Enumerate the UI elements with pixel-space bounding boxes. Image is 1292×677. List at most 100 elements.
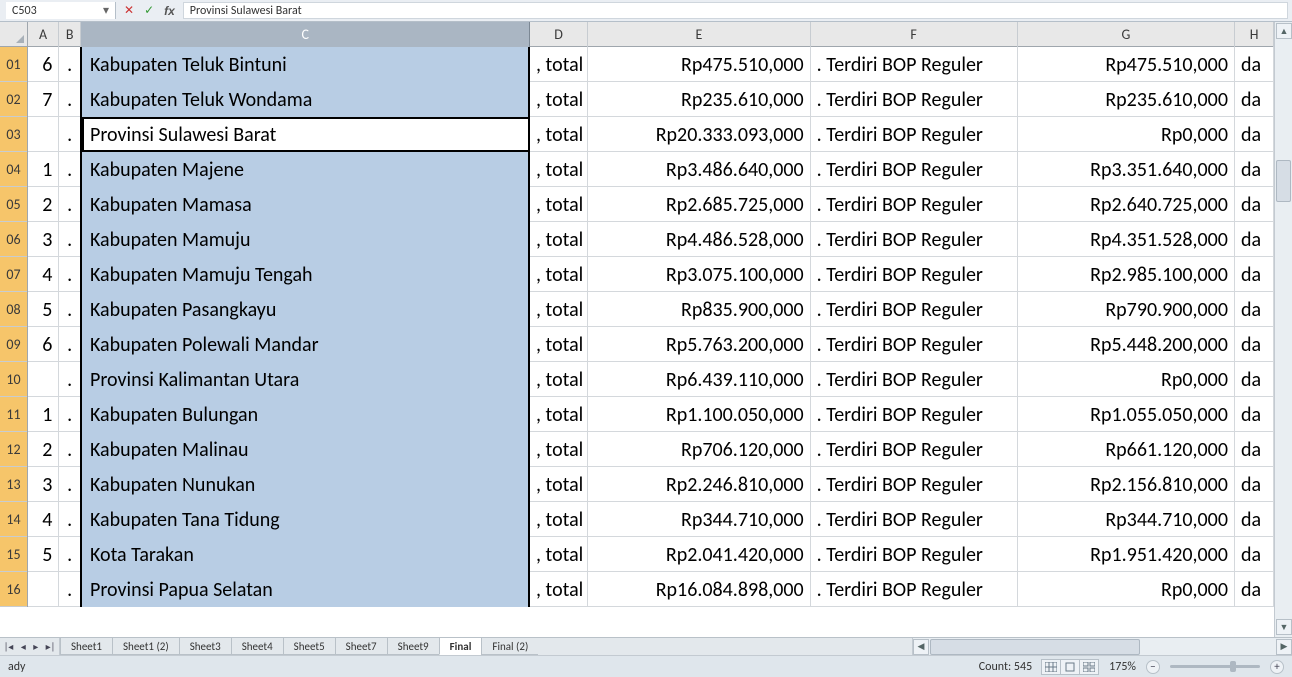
cell-b[interactable]: . bbox=[59, 327, 82, 362]
vscroll-thumb[interactable] bbox=[1276, 160, 1291, 202]
cell-a[interactable]: 1 bbox=[28, 152, 59, 187]
cell-h[interactable]: da bbox=[1235, 82, 1274, 117]
cell-h[interactable]: da bbox=[1235, 362, 1274, 397]
row-header[interactable]: 09 bbox=[0, 327, 27, 362]
cell-e[interactable]: Rp1.100.050,000 bbox=[588, 397, 810, 432]
sheet-tab[interactable]: Sheet1 (2) bbox=[112, 638, 180, 655]
cell-e[interactable]: Rp706.120,000 bbox=[588, 432, 810, 467]
cell-h[interactable]: da bbox=[1235, 187, 1274, 222]
cell-g[interactable]: Rp475.510,000 bbox=[1018, 47, 1235, 82]
cell-g[interactable]: Rp790.900,000 bbox=[1018, 292, 1235, 327]
scroll-down-icon[interactable]: ▼ bbox=[1276, 619, 1292, 635]
cell-g[interactable]: Rp0,000 bbox=[1018, 362, 1235, 397]
cell-a[interactable]: 3 bbox=[28, 467, 59, 502]
sheet-tab[interactable]: Final (2) bbox=[481, 638, 538, 655]
select-all-corner[interactable] bbox=[0, 22, 28, 47]
cell-c[interactable]: Kabupaten Bulungan bbox=[82, 397, 530, 432]
cell-d[interactable]: , total bbox=[530, 572, 588, 607]
row-header[interactable]: 15 bbox=[0, 537, 27, 572]
col-header-B[interactable]: B bbox=[59, 22, 81, 47]
row-header[interactable]: 13 bbox=[0, 467, 27, 502]
cell-e[interactable]: Rp2.041.420,000 bbox=[588, 537, 810, 572]
cell-a[interactable] bbox=[28, 572, 59, 607]
horizontal-scrollbar[interactable]: ◀ ▶ bbox=[912, 638, 1292, 655]
row-header[interactable]: 10 bbox=[0, 362, 27, 397]
cell-b[interactable]: . bbox=[59, 502, 82, 537]
page-layout-view-icon[interactable] bbox=[1060, 659, 1080, 675]
row-header[interactable]: 12 bbox=[0, 432, 27, 467]
cell-d[interactable]: , total bbox=[530, 362, 588, 397]
zoom-thumb[interactable] bbox=[1230, 661, 1236, 672]
cell-c[interactable]: Provinsi Sulawesi Barat bbox=[82, 117, 530, 152]
cell-a[interactable]: 5 bbox=[28, 537, 59, 572]
cell-b[interactable]: . bbox=[59, 467, 82, 502]
cell-h[interactable]: da bbox=[1235, 117, 1274, 152]
cell-b[interactable]: . bbox=[59, 117, 82, 152]
fx-icon[interactable]: fx bbox=[164, 4, 175, 18]
row-header[interactable]: 04 bbox=[0, 152, 27, 187]
chevron-down-icon[interactable]: ▾ bbox=[103, 3, 109, 18]
cell-e[interactable]: Rp2.246.810,000 bbox=[588, 467, 810, 502]
tab-last-icon[interactable]: ▸| bbox=[46, 640, 56, 653]
cell-b[interactable]: . bbox=[59, 362, 82, 397]
cell-c[interactable]: Kabupaten Teluk Bintuni bbox=[82, 47, 530, 82]
sheet-tab[interactable]: Sheet5 bbox=[283, 638, 336, 655]
cell-c[interactable]: Kabupaten Malinau bbox=[82, 432, 530, 467]
cell-e[interactable]: Rp835.900,000 bbox=[588, 292, 810, 327]
row-header[interactable]: 02 bbox=[0, 82, 27, 117]
cell-g[interactable]: Rp1.951.420,000 bbox=[1018, 537, 1235, 572]
hscroll-track[interactable] bbox=[930, 639, 1275, 655]
cell-h[interactable]: da bbox=[1235, 467, 1274, 502]
cancel-icon[interactable]: ✕ bbox=[124, 3, 134, 18]
view-switcher[interactable] bbox=[1042, 659, 1099, 675]
row-header[interactable]: 03 bbox=[0, 117, 27, 152]
cell-c[interactable]: Kabupaten Mamasa bbox=[82, 187, 530, 222]
vscroll-track[interactable] bbox=[1276, 40, 1291, 619]
cell-e[interactable]: Rp16.084.898,000 bbox=[588, 572, 810, 607]
row-header[interactable]: 07 bbox=[0, 257, 27, 292]
cell-h[interactable]: da bbox=[1235, 572, 1274, 607]
sheet-tab[interactable]: Sheet4 bbox=[231, 638, 284, 655]
cell-c[interactable]: Kota Tarakan bbox=[82, 537, 530, 572]
cell-c[interactable]: Kabupaten Nunukan bbox=[82, 467, 530, 502]
cell-b[interactable]: . bbox=[59, 292, 82, 327]
cells-grid[interactable]: 6.Kabupaten Teluk Bintuni, totalRp475.51… bbox=[28, 47, 1274, 637]
formula-input[interactable]: Provinsi Sulawesi Barat bbox=[183, 2, 1288, 19]
zoom-in-icon[interactable]: + bbox=[1270, 660, 1284, 674]
cell-h[interactable]: da bbox=[1235, 397, 1274, 432]
cell-h[interactable]: da bbox=[1235, 537, 1274, 572]
cell-f[interactable]: . Terdiri BOP Reguler bbox=[811, 222, 1018, 257]
col-header-C[interactable]: C bbox=[81, 22, 530, 47]
cell-f[interactable]: . Terdiri BOP Reguler bbox=[811, 187, 1018, 222]
cell-e[interactable]: Rp20.333.093,000 bbox=[588, 117, 810, 152]
cell-h[interactable]: da bbox=[1235, 47, 1274, 82]
cell-f[interactable]: . Terdiri BOP Reguler bbox=[811, 47, 1018, 82]
cell-c[interactable]: Kabupaten Tana Tidung bbox=[82, 502, 530, 537]
cell-a[interactable]: 2 bbox=[28, 187, 59, 222]
cell-a[interactable]: 3 bbox=[28, 222, 59, 257]
sheet-tab[interactable]: Sheet9 bbox=[387, 638, 440, 655]
cell-g[interactable]: Rp1.055.050,000 bbox=[1018, 397, 1235, 432]
cell-d[interactable]: , total bbox=[530, 397, 588, 432]
cell-h[interactable]: da bbox=[1235, 327, 1274, 362]
cell-f[interactable]: . Terdiri BOP Reguler bbox=[811, 572, 1018, 607]
cell-c[interactable]: Provinsi Papua Selatan bbox=[82, 572, 530, 607]
cell-e[interactable]: Rp4.486.528,000 bbox=[588, 222, 810, 257]
hscroll-thumb[interactable] bbox=[930, 639, 1140, 655]
col-header-F[interactable]: F bbox=[811, 22, 1018, 47]
cell-b[interactable]: . bbox=[59, 397, 82, 432]
cell-e[interactable]: Rp6.439.110,000 bbox=[588, 362, 810, 397]
cell-d[interactable]: , total bbox=[530, 257, 588, 292]
row-header[interactable]: 14 bbox=[0, 502, 27, 537]
cell-f[interactable]: . Terdiri BOP Reguler bbox=[811, 502, 1018, 537]
cell-c[interactable]: Kabupaten Teluk Wondama bbox=[82, 82, 530, 117]
cell-e[interactable]: Rp5.763.200,000 bbox=[588, 327, 810, 362]
sheet-tab[interactable]: Final bbox=[439, 638, 483, 655]
cell-e[interactable]: Rp3.486.640,000 bbox=[588, 152, 810, 187]
col-header-G[interactable]: G bbox=[1018, 22, 1236, 47]
cell-e[interactable]: Rp235.610,000 bbox=[588, 82, 810, 117]
cell-c[interactable]: Kabupaten Majene bbox=[82, 152, 530, 187]
tab-nav[interactable]: |◂ ◂ ▸ ▸| bbox=[0, 638, 60, 655]
col-header-H[interactable]: H bbox=[1235, 22, 1274, 47]
cell-d[interactable]: , total bbox=[530, 467, 588, 502]
